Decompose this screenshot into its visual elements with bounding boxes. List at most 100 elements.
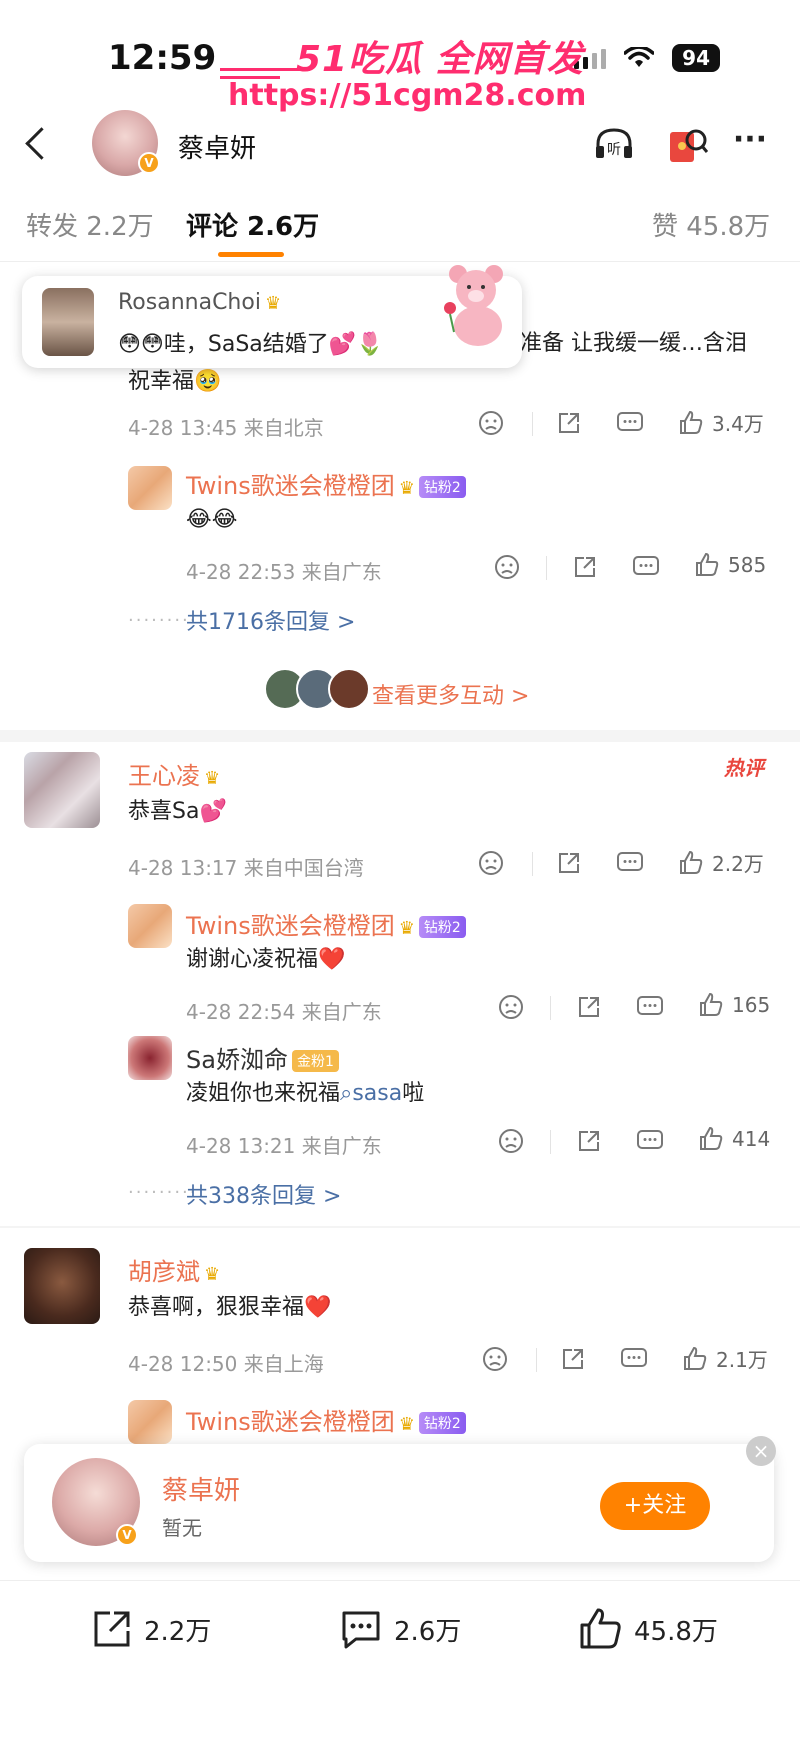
red-packet-icon[interactable] <box>664 122 708 166</box>
crown-icon: ♛ <box>398 1414 415 1435</box>
reply-avatar[interactable] <box>128 904 172 948</box>
repost-count: 2.2万 <box>144 1616 212 1647</box>
dislike-icon[interactable] <box>494 554 520 580</box>
separator <box>546 556 547 580</box>
tab-reposts[interactable]: 转发 2.2万 <box>26 206 154 243</box>
comment-icon[interactable] <box>637 1130 663 1149</box>
battery-indicator: 94 <box>672 44 720 72</box>
listen-icon[interactable]: 听 <box>592 122 636 166</box>
watermark-title: 51吃瓜 全网首发 <box>296 39 584 80</box>
watermark-url: https://51cgm28.com <box>228 78 587 113</box>
verified-badge-icon: V <box>116 1524 138 1546</box>
like-button[interactable]: 585 <box>694 552 766 578</box>
comment-content: 全准备 让我缓一缓…含泪 <box>498 331 747 356</box>
separator <box>532 852 533 876</box>
dislike-icon[interactable] <box>498 994 524 1020</box>
comment-meta: 4-28 13:17 来自中国台湾 <box>128 856 364 880</box>
share-icon[interactable] <box>560 1346 586 1372</box>
comment-icon[interactable] <box>617 852 643 871</box>
reply-username[interactable]: Twins歌迷会橙橙团 ♛ 钻粉2 <box>186 466 466 501</box>
more-interactions-link[interactable]: 查看更多互动 > <box>372 678 529 710</box>
share-icon[interactable] <box>556 410 582 436</box>
like-button[interactable]: 2.1万 <box>682 1344 768 1373</box>
fan-badge: 钻粉2 <box>418 476 466 498</box>
like-icon <box>580 1608 621 1649</box>
like-count: 414 <box>732 1127 771 1151</box>
comment-username[interactable]: 王心凌 ♛ <box>128 756 220 791</box>
comment-avatar[interactable] <box>24 1248 100 1324</box>
like-icon <box>680 410 703 434</box>
comment-username[interactable]: 胡彦斌 ♛ <box>128 1252 220 1287</box>
reply-avatar[interactable] <box>128 1400 172 1444</box>
crown-icon: ♛ <box>204 768 221 789</box>
comment-count: 2.6万 <box>394 1616 462 1647</box>
like-button[interactable]: 45.8万 <box>578 1607 718 1651</box>
like-icon <box>700 992 723 1016</box>
comment-button[interactable]: 2.6万 <box>338 1607 461 1651</box>
comment-icon[interactable] <box>633 556 659 575</box>
reply-avatar[interactable] <box>128 1036 172 1080</box>
dislike-icon[interactable] <box>478 850 504 876</box>
more-icon[interactable]: ··· <box>728 122 772 166</box>
status-time: 12:59 <box>108 38 217 78</box>
like-button[interactable]: 2.2万 <box>678 848 764 877</box>
interaction-avatar <box>328 668 370 710</box>
repost-button[interactable]: 2.2万 <box>90 1607 211 1651</box>
like-button[interactable]: 3.4万 <box>678 408 764 437</box>
topic-link[interactable]: ⌕sasa <box>340 1081 402 1106</box>
comment-icon[interactable] <box>621 1348 647 1367</box>
follow-card-name[interactable]: 蔡卓妍 <box>162 1470 240 1507</box>
separator <box>532 412 533 436</box>
reply-meta: 4-28 22:54 来自广东 <box>186 1000 382 1024</box>
comment-icon[interactable] <box>617 412 643 431</box>
share-icon[interactable] <box>556 850 582 876</box>
svg-text:听: 听 <box>607 142 621 158</box>
crown-icon: ♛ <box>204 1264 221 1285</box>
follow-card-subtitle: 暂无 <box>162 1516 202 1540</box>
like-count: 585 <box>728 553 767 577</box>
tab-comments[interactable]: 评论 2.6万 <box>186 206 319 243</box>
share-icon[interactable] <box>572 554 598 580</box>
comment-icon[interactable] <box>637 996 663 1015</box>
verified-badge-icon: V <box>138 152 160 174</box>
follow-button[interactable]: +关注 <box>600 1482 710 1530</box>
like-button[interactable]: 165 <box>698 992 770 1018</box>
reply-meta: 4-28 22:53 来自广东 <box>186 560 382 584</box>
like-icon <box>684 1346 707 1370</box>
tab-likes[interactable]: 赞 45.8万 <box>652 206 770 243</box>
dislike-icon[interactable] <box>498 1128 524 1154</box>
close-icon[interactable]: × <box>746 1436 776 1466</box>
share-icon[interactable] <box>576 1128 602 1154</box>
hot-comment-tag: 热评 <box>724 756 764 780</box>
reply-content: 😂😂 <box>186 507 238 532</box>
comment-meta: 4-28 12:50 来自上海 <box>128 1352 324 1376</box>
popup-avatar[interactable] <box>42 288 94 356</box>
separator <box>536 1348 537 1372</box>
comment-avatar[interactable] <box>24 752 100 828</box>
separator <box>550 996 551 1020</box>
comment-content: 祝幸福🥹 <box>128 369 222 394</box>
dislike-icon[interactable] <box>482 1346 508 1372</box>
dislike-icon[interactable] <box>478 410 504 436</box>
status-icons: 94 <box>574 44 720 72</box>
share-icon[interactable] <box>576 994 602 1020</box>
crown-icon: ♛ <box>398 918 415 939</box>
author-name[interactable]: 蔡卓妍 <box>178 128 256 165</box>
like-count: 2.2万 <box>712 852 764 876</box>
reply-username[interactable]: Twins歌迷会橙橙团 ♛ 钻粉2 <box>186 1402 466 1437</box>
popup-username[interactable]: RosannaChoi ♛ <box>118 290 281 315</box>
view-replies-link[interactable]: 共338条回复 > <box>186 1178 341 1210</box>
like-icon <box>680 850 703 874</box>
view-replies-link[interactable]: 共1716条回复 > <box>186 604 355 636</box>
comment-meta: 4-28 13:45 来自北京 <box>128 416 324 440</box>
back-button[interactable] <box>18 122 54 166</box>
crown-icon: ♛ <box>264 293 282 314</box>
reply-avatar[interactable] <box>128 466 172 510</box>
like-button[interactable]: 414 <box>698 1126 770 1152</box>
reply-username[interactable]: Sa娇洳命 金粉1 <box>186 1040 339 1075</box>
page-header: V 蔡卓妍 听 ··· <box>0 110 800 180</box>
reply-username[interactable]: Twins歌迷会橙橙团 ♛ 钻粉2 <box>186 906 466 941</box>
popup-text: 😳😳哇，SaSa结婚了💕🌷 <box>118 332 384 357</box>
reply-content: 谢谢心凌祝福❤️ <box>186 947 346 972</box>
like-count: 165 <box>732 993 771 1017</box>
